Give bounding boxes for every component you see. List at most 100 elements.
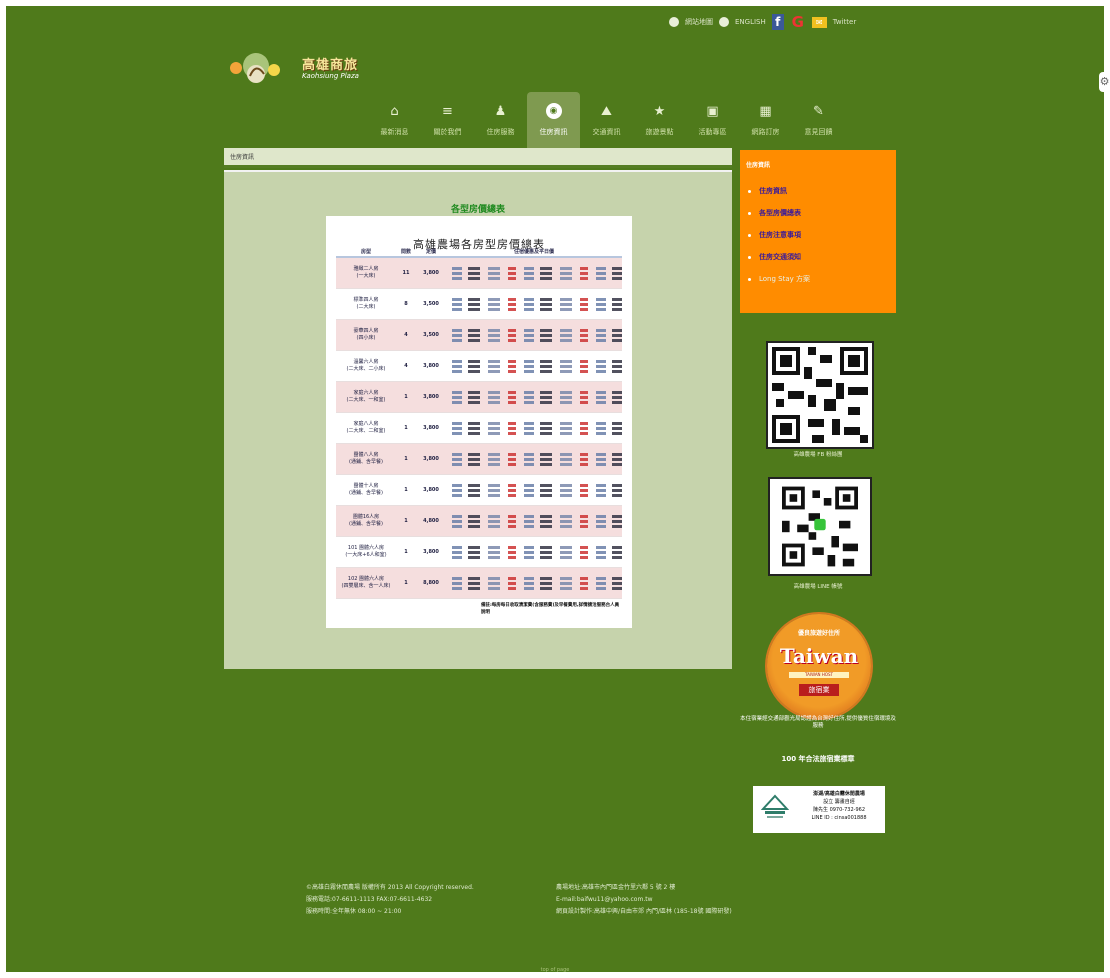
fb-qr-code[interactable]	[766, 341, 874, 449]
header-price: 定價	[425, 249, 436, 255]
footer-line[interactable]: E-mail:baifwu11@yahoo.com.tw	[556, 894, 732, 906]
footer-line: 網頁設計製作:高雄中興/自由市郊 內門/區林 (185-18號 國際研發)	[556, 908, 732, 915]
nav-news[interactable]: ⌂ 最新消息	[368, 92, 421, 148]
mail-icon[interactable]: ✉	[811, 16, 827, 28]
room-name: 101 團體六人房	[347, 545, 385, 551]
room-price: 3,800	[423, 487, 439, 493]
extra-link[interactable]: Twitter	[833, 18, 856, 26]
table-row: 團體16人房 (通鋪、含早餐) 1 4,800	[336, 506, 622, 537]
bullet-icon	[748, 233, 751, 237]
table-row: 標準四人房 (二大床) 8 3,500	[336, 289, 622, 320]
nav-events[interactable]: ▣ 活動專區	[686, 92, 739, 148]
room-count: 1	[404, 487, 408, 493]
nav-rooms[interactable]: ◉ 住房資訊	[527, 92, 580, 148]
nav-about[interactable]: ≡ 關於我們	[421, 92, 474, 148]
contact-card[interactable]: 澎湖/高雄白霧休閒農場 設立 籌畫自經 陳先生 0970-732-962 LIN…	[753, 786, 885, 833]
table-row: 豪華四人房 (四小床) 4 3,500	[336, 320, 622, 351]
bullet-icon	[748, 211, 751, 215]
nav-service-label: 住房服務	[486, 127, 515, 136]
table-row: 家庭六人房 (二大床、一和室) 1 3,800	[336, 382, 622, 413]
home-icon: ⌂	[390, 103, 399, 119]
image-icon: ▣	[706, 103, 719, 119]
side-menu-item[interactable]: 各型房價總表	[748, 202, 810, 224]
footer-line: ©高雄白霧休閒農場 版權所有 2013 All Copyright reserv…	[306, 884, 474, 891]
badge-word: Taiwan	[779, 644, 859, 668]
contact-line: 澎湖/高雄白霧休閒農場	[813, 791, 865, 797]
table-row: 團體十人房 (通鋪、含早餐) 1 3,800	[336, 475, 622, 506]
bullet-icon	[748, 189, 751, 193]
nav-feedback-label: 意見回饋	[804, 127, 833, 136]
farm-logo-icon	[761, 794, 789, 818]
qr-code-icon	[768, 343, 872, 447]
room-rates	[446, 390, 622, 404]
page-title: 各型房價總表	[450, 205, 505, 215]
room-name: 標準四人房	[353, 297, 379, 303]
list-icon: ≡	[442, 103, 453, 119]
badge-caption-title: 100 年合法旅宿業標章	[781, 755, 855, 763]
footer-line: 農場地址:高雄市內門區金竹里六鄰 5 號 2 樓	[556, 884, 676, 891]
footer-line: 服務時間:全年無休 08:00 ~ 21:00	[306, 908, 402, 915]
mountain-icon: ⛰	[601, 103, 612, 119]
room-count: 4	[404, 332, 408, 338]
side-menu-item-label: 住房注意事項	[759, 231, 801, 239]
room-rates	[446, 328, 622, 342]
side-menu-item[interactable]: 住房注意事項	[748, 224, 810, 246]
nav-about-label: 關於我們	[433, 127, 462, 136]
side-menu-item[interactable]: 住房資訊	[748, 180, 810, 202]
nav-rooms-label: 住房資訊	[539, 128, 568, 136]
nav-spots[interactable]: ★ 旅遊景點	[633, 92, 686, 148]
header-detail: 住宿優惠及平日價	[513, 249, 554, 255]
line-qr-code[interactable]	[768, 477, 872, 576]
camera-icon: ◉	[545, 103, 562, 119]
table-row: 團體八人房 (通鋪、含早餐) 1 3,800	[336, 444, 622, 475]
room-sub: (二大床、二小床)	[346, 366, 386, 372]
qr-code-icon	[770, 479, 870, 574]
room-name: 豪華四人房	[353, 328, 379, 334]
side-menu-item[interactable]: Long Stay 方案	[748, 268, 810, 290]
room-name: 團體16人房	[352, 514, 380, 520]
side-menu-heading: 住房資訊	[746, 162, 771, 169]
room-sub: (通鋪、含早餐)	[349, 521, 383, 527]
bullet-icon	[748, 255, 751, 259]
room-sub: (二大床、一和室)	[346, 397, 386, 403]
room-rates	[446, 359, 622, 373]
room-name: 雅緻二人房	[353, 266, 379, 272]
room-price: 3,800	[423, 456, 439, 462]
back-to-top-link[interactable]: top of page	[0, 967, 1110, 973]
nav-feedback[interactable]: ✎ 意見回饋	[792, 92, 845, 148]
room-price: 3,800	[423, 270, 439, 276]
logo-title: 高雄商旅	[302, 58, 359, 73]
nav-service[interactable]: ♟ 住房服務	[474, 92, 527, 148]
room-count: 1	[404, 549, 408, 555]
price-table-rows: 雅緻二人房 (一大床) 11 3,800 標準四人房 (二大床) 8 3,500 豪華四人房…	[336, 258, 622, 599]
english-link[interactable]: ENGLISH	[735, 18, 766, 26]
room-rates	[446, 297, 622, 311]
table-row: 溫馨六人房 (二大床、二小床) 4 3,800	[336, 351, 622, 382]
table-row: 家庭八人房 (二大床、二和室) 1 3,800	[336, 413, 622, 444]
facebook-icon[interactable]: f	[771, 14, 784, 30]
room-name: 團體八人房	[353, 452, 379, 458]
nav-booking[interactable]: ▦ 網路訂房	[739, 92, 792, 148]
globe-icon	[719, 17, 729, 27]
nav-traffic[interactable]: ⛰ 交通資訊	[580, 92, 633, 148]
sitemap-link[interactable]: 網站地圖	[685, 17, 713, 27]
site-logo[interactable]: 高雄商旅 Kaohsiung Plaza	[224, 52, 364, 88]
breadcrumb: 住房資訊	[224, 148, 732, 168]
room-name: 102 團體六人房	[347, 576, 385, 582]
main-nav: ⌂ 最新消息 ≡ 關於我們 ♟ 住房服務 ◉ 住房資訊 ⛰ 交通資訊 ★ 旅遊景點 ▣ 活動專…	[368, 92, 845, 148]
room-sub: (二大床)	[356, 304, 376, 310]
room-sub: (通鋪、含早餐)	[349, 459, 383, 465]
footer-line: 服務電話:07-6611-1113 FAX:07-6611-4632	[306, 896, 433, 903]
price-table-header: 房型 間數 定價 住宿優惠及平日價	[336, 248, 622, 258]
edit-icon: ✎	[813, 103, 824, 119]
room-name: 團體十人房	[353, 483, 379, 489]
side-menu-item[interactable]: 住房交通須知	[748, 246, 810, 268]
table-row: 102 團體六人房 (四雙層床、含一人床) 1 8,800	[336, 568, 622, 599]
side-menu-item-label: 各型房價總表	[759, 209, 801, 217]
logo-graphic-icon	[230, 53, 280, 83]
google-icon[interactable]: G	[790, 13, 806, 31]
room-price: 3,800	[423, 394, 439, 400]
contact-line: LINE ID : cinsa001888	[811, 815, 867, 821]
gear-icon[interactable]: ⚙	[1099, 72, 1110, 92]
side-menu: 住房資訊 住房資訊 各型房價總表 住房注意事項 住房交通須知 Long Stay…	[740, 150, 896, 313]
